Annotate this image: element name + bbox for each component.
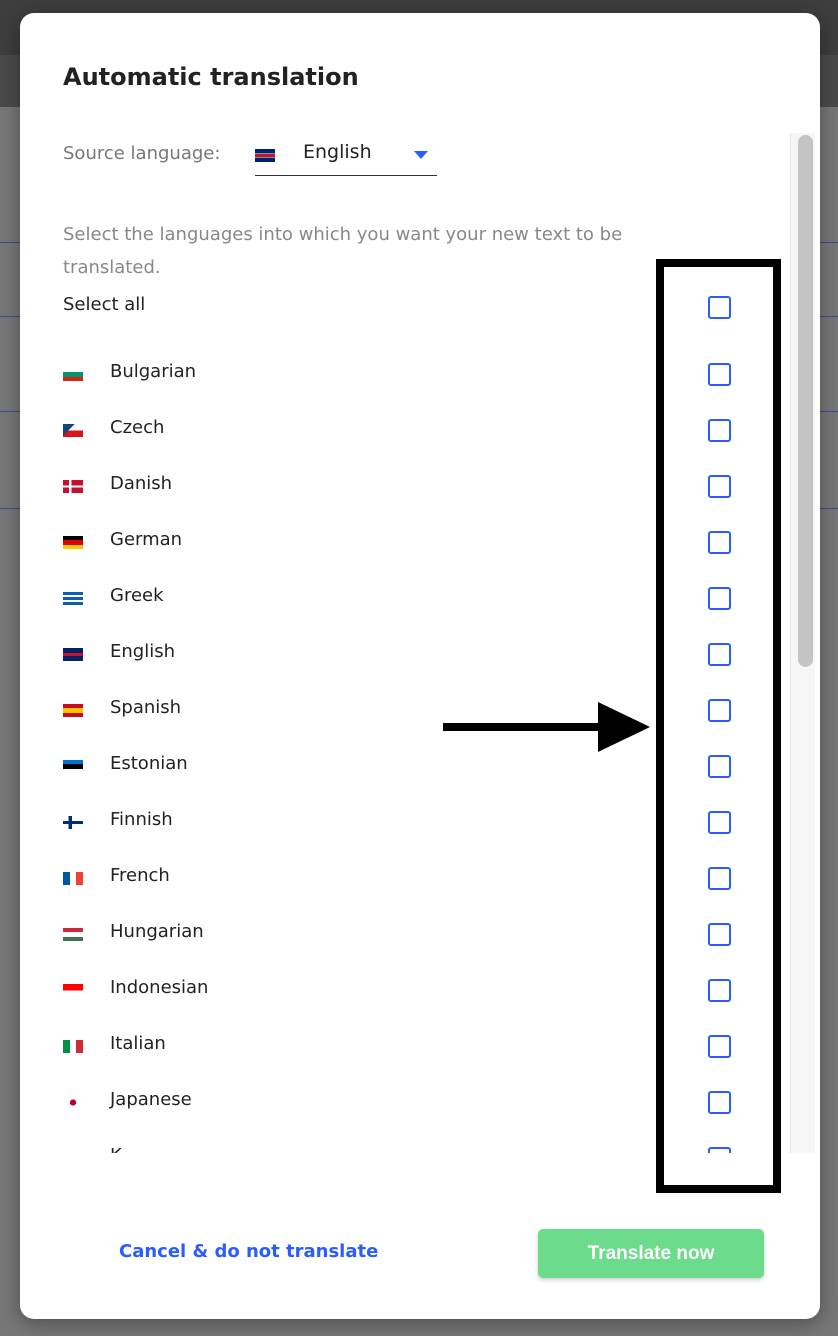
- bulgarian-flag-icon: [63, 368, 83, 381]
- language-label: Czech: [110, 417, 165, 438]
- uk-flag-icon: [255, 149, 275, 162]
- annotation-arrow-icon: [443, 723, 603, 731]
- language-label: Japanese: [110, 1089, 192, 1110]
- english-flag-icon: [63, 648, 83, 661]
- language-label: Spanish: [110, 697, 182, 718]
- dialog-title: Automatic translation: [63, 63, 359, 91]
- annotation-arrowhead-icon: [598, 702, 650, 752]
- language-label: German: [110, 529, 183, 550]
- language-row[interactable]: Italian: [63, 1031, 731, 1061]
- language-label: Danish: [110, 473, 173, 494]
- language-label: Bulgarian: [110, 361, 197, 382]
- language-row[interactable]: Hungarian: [63, 919, 731, 949]
- language-row[interactable]: Estonian: [63, 751, 731, 781]
- french-flag-icon: [63, 872, 83, 885]
- czech-flag-icon: [63, 424, 83, 437]
- k-flag-icon: [63, 1152, 83, 1153]
- finnish-flag-icon: [63, 816, 83, 829]
- language-label: Estonian: [110, 753, 188, 774]
- language-row[interactable]: Czech: [63, 415, 731, 445]
- language-row[interactable]: French: [63, 863, 731, 893]
- language-label: Greek: [110, 585, 164, 606]
- greek-flag-icon: [63, 592, 83, 605]
- instructions-text: Select the languages into which you want…: [63, 224, 623, 278]
- language-row[interactable]: Danish: [63, 471, 731, 501]
- spanish-flag-icon: [63, 704, 83, 717]
- language-row[interactable]: Bulgarian: [63, 359, 731, 389]
- language-row[interactable]: German: [63, 527, 731, 557]
- language-row[interactable]: Greek: [63, 583, 731, 613]
- source-language-label: Source language:: [63, 143, 221, 164]
- language-label: Indonesian: [110, 977, 209, 998]
- danish-flag-icon: [63, 480, 83, 493]
- japanese-flag-icon: [63, 1096, 83, 1109]
- language-label: Hungarian: [110, 921, 204, 942]
- translate-now-button[interactable]: Translate now: [538, 1229, 764, 1278]
- german-flag-icon: [63, 536, 83, 549]
- select-all-label: Select all: [63, 294, 146, 315]
- source-language-value: English: [303, 141, 372, 163]
- language-row[interactable]: English: [63, 639, 731, 669]
- source-language-select[interactable]: English: [255, 137, 437, 176]
- language-row[interactable]: K: [63, 1143, 731, 1153]
- cancel-button[interactable]: Cancel & do not translate: [119, 1241, 378, 1262]
- select-all-row[interactable]: Select all: [63, 292, 731, 322]
- language-label: French: [110, 865, 170, 886]
- language-label: Finnish: [110, 809, 173, 830]
- annotation-highlight-box: [656, 259, 781, 1193]
- language-label: K: [110, 1145, 122, 1153]
- language-row[interactable]: Finnish: [63, 807, 731, 837]
- estonian-flag-icon: [63, 760, 83, 773]
- italian-flag-icon: [63, 1040, 83, 1053]
- indonesian-flag-icon: [63, 984, 83, 997]
- chevron-down-icon: [414, 151, 428, 159]
- language-label: English: [110, 641, 175, 662]
- language-label: Italian: [110, 1033, 166, 1054]
- language-row[interactable]: Indonesian: [63, 975, 731, 1005]
- scrollbar-thumb[interactable]: [798, 135, 813, 667]
- hungarian-flag-icon: [63, 928, 83, 941]
- language-row[interactable]: Japanese: [63, 1087, 731, 1117]
